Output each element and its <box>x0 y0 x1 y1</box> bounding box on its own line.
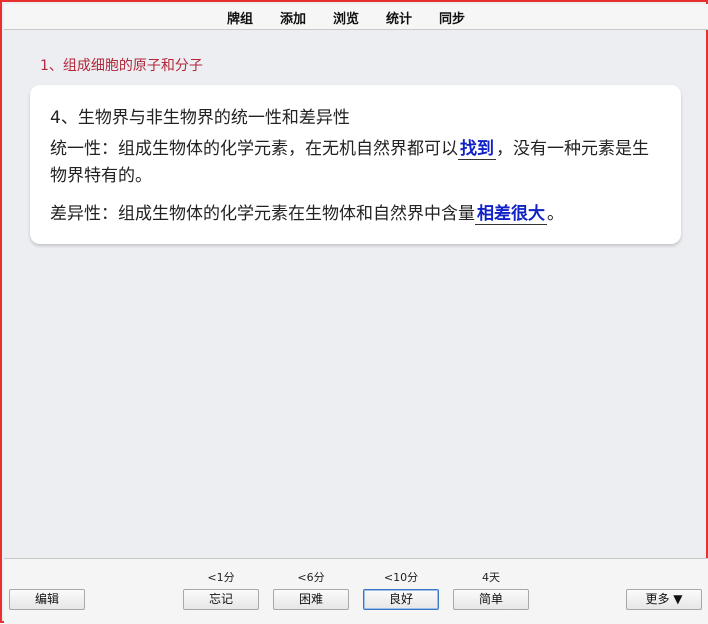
easy-button[interactable]: 简单 <box>453 589 529 610</box>
interval-easy: 4天 <box>482 571 500 584</box>
card-text-difference: 差异性：组成生物体的化学元素在生物体和自然界中含量 相差很大。 <box>50 201 665 228</box>
hard-button[interactable]: 困难 <box>273 589 349 610</box>
card-heading: 4、生物界与非生物界的统一性和差异性 <box>50 108 350 128</box>
flashcard: 4、生物界与非生物界的统一性和差异性 统一性：组成生物体的化学元素，在无机自然界… <box>30 85 681 244</box>
menu-stats[interactable]: 统计 <box>386 8 412 27</box>
cloze-answer-differ: 相差很大 <box>475 204 547 225</box>
menu-decks[interactable]: 牌组 <box>227 8 253 27</box>
top-menu-bar: 牌组 添加 浏览 统计 同步 <box>4 4 708 30</box>
difference-suffix: 。 <box>547 204 564 224</box>
unity-prefix: 统一性：组成生物体的化学元素，在无机自然界都可以 <box>50 139 458 159</box>
good-button[interactable]: 良好 <box>363 589 439 610</box>
deck-title: 1、组成细胞的原子和分子 <box>40 58 203 74</box>
interval-hard: <6分 <box>297 571 325 584</box>
edit-button[interactable]: 编辑 <box>9 589 85 610</box>
menu-add[interactable]: 添加 <box>280 8 306 27</box>
interval-good: <10分 <box>383 571 419 584</box>
card-text-unity: 统一性：组成生物体的化学元素，在无机自然界都可以 找到 ，没有一种元素是生物界特有的… <box>50 136 665 190</box>
more-button[interactable]: 更多 ▼ <box>626 589 702 610</box>
menu-sync[interactable]: 同步 <box>439 8 465 27</box>
menu-browse[interactable]: 浏览 <box>333 8 359 27</box>
difference-prefix: 差异性：组成生物体的化学元素在生物体和自然界中含量 <box>50 204 475 224</box>
interval-again: <1分 <box>207 571 235 584</box>
cloze-answer-found: 找到 <box>458 139 496 160</box>
answer-bar: 编辑 <1分 忘记 <6分 困难 <10分 良好 4天 简单 更多 ▼ <box>4 558 708 624</box>
app-window: 牌组 添加 浏览 统计 同步 1、组成细胞的原子和分子 4、生物界与非生物界的统… <box>0 0 708 624</box>
again-button[interactable]: 忘记 <box>183 589 259 610</box>
